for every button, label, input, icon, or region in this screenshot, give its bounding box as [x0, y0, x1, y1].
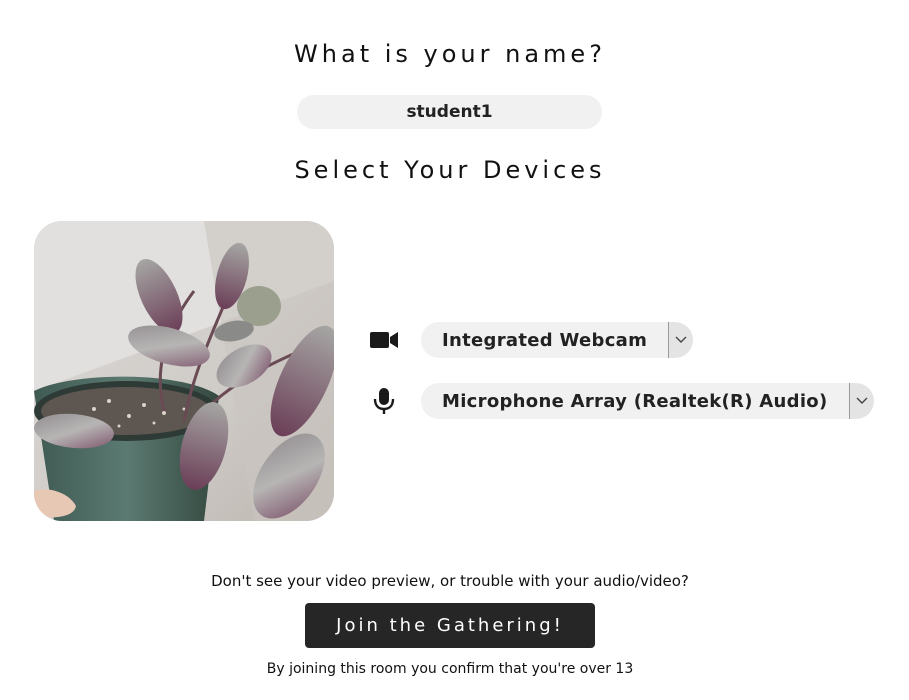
video-camera-icon	[368, 322, 400, 358]
microphone-icon	[368, 383, 400, 419]
webcam-preview-image	[34, 221, 334, 521]
devices-heading: Select Your Devices	[294, 156, 606, 184]
join-screen: What is your name? Select Your Devices	[0, 0, 909, 700]
video-preview	[34, 221, 334, 521]
microphone-select-value: Microphone Array (Realtek(R) Audio)	[442, 390, 828, 412]
chevron-down-icon[interactable]	[668, 322, 694, 358]
microphone-select[interactable]: Microphone Array (Realtek(R) Audio)	[421, 383, 874, 419]
camera-select[interactable]: Integrated Webcam	[421, 322, 694, 358]
troubleshooting-link[interactable]: Don't see your video preview, or trouble…	[0, 572, 900, 590]
name-input[interactable]	[297, 95, 602, 129]
chevron-down-icon[interactable]	[848, 383, 874, 419]
age-notice: By joining this room you confirm that yo…	[266, 661, 634, 677]
name-heading: What is your name?	[294, 40, 606, 68]
microphone-row: Microphone Array (Realtek(R) Audio)	[368, 383, 874, 419]
camera-select-value: Integrated Webcam	[442, 329, 648, 351]
camera-row: Integrated Webcam	[368, 322, 694, 358]
join-button[interactable]: Join the Gathering!	[305, 603, 595, 648]
